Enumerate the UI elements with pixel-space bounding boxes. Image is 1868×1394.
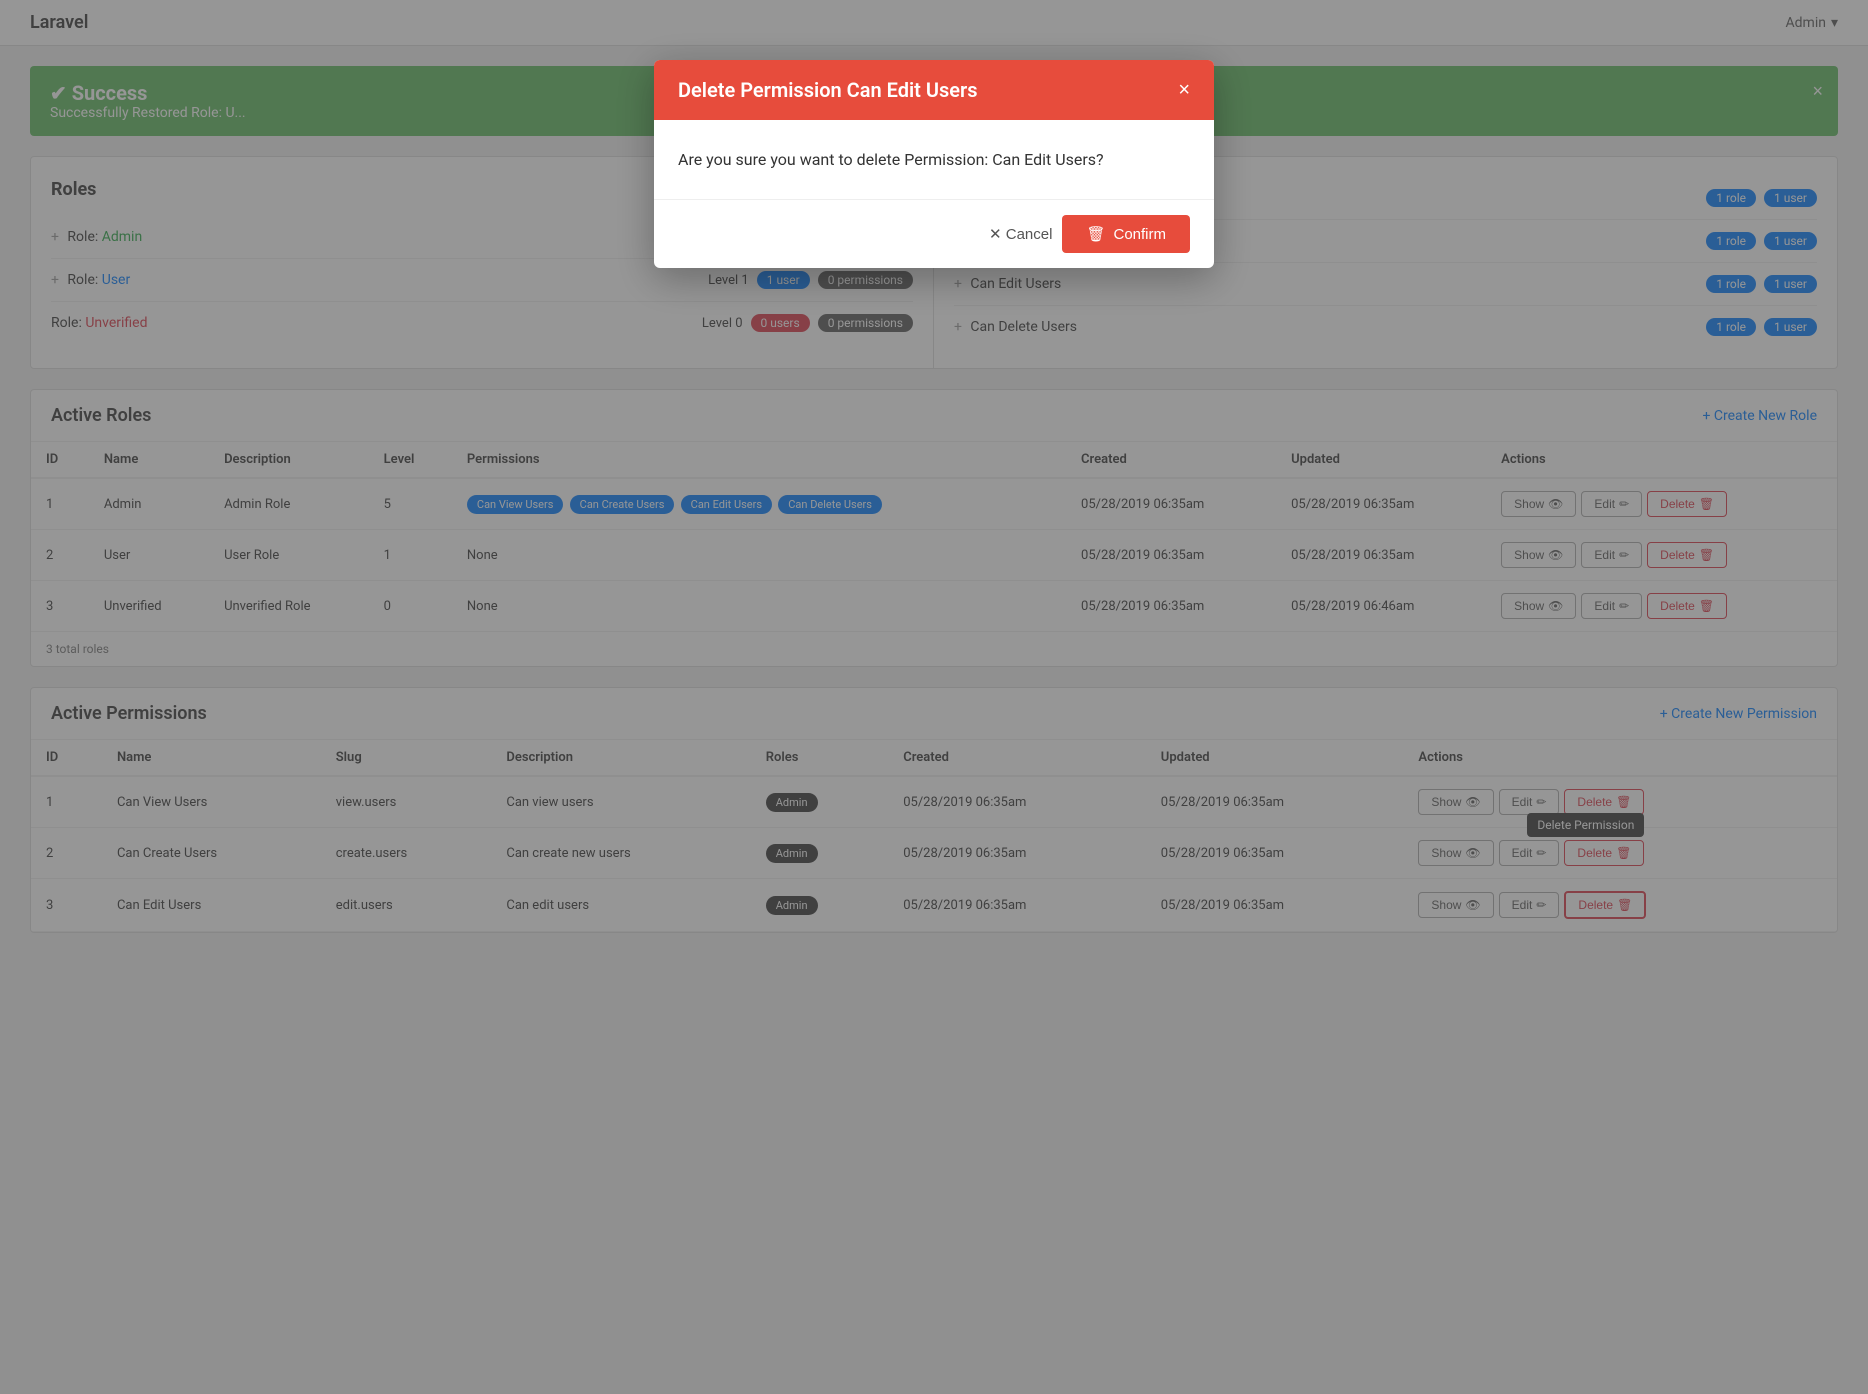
modal-message: Are you sure you want to delete Permissi… — [678, 150, 1190, 169]
modal-overlay[interactable]: Delete Permission Can Edit Users × Are y… — [0, 0, 1868, 1394]
modal-confirm-button[interactable]: 🗑 Confirm — [1062, 215, 1190, 253]
confirm-icon: 🗑 — [1086, 225, 1105, 243]
modal-footer: ✕ Cancel 🗑 Confirm — [654, 199, 1214, 268]
confirm-label: Confirm — [1113, 226, 1166, 243]
modal-cancel-button[interactable]: ✕ Cancel — [989, 225, 1052, 243]
modal-header: Delete Permission Can Edit Users × — [654, 60, 1214, 120]
delete-permission-modal: Delete Permission Can Edit Users × Are y… — [654, 60, 1214, 268]
modal-title: Delete Permission Can Edit Users — [678, 78, 978, 102]
modal-close-button[interactable]: × — [1178, 80, 1190, 100]
modal-body: Are you sure you want to delete Permissi… — [654, 120, 1214, 199]
